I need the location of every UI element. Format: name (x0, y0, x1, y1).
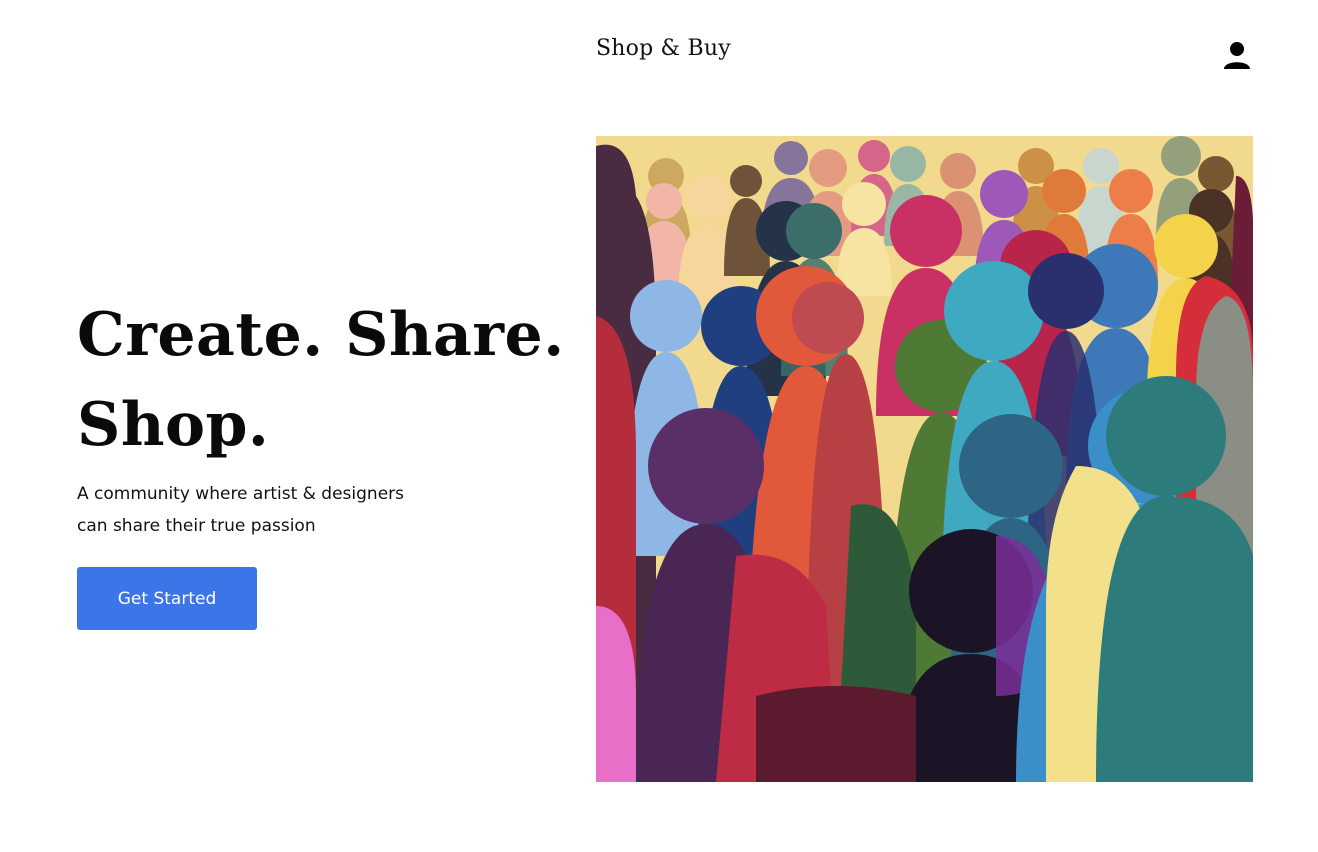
hero-subtitle: A community where artist & designers can… (77, 478, 437, 542)
hero-artwork (596, 136, 1253, 782)
get-started-button[interactable]: Get Started (77, 567, 257, 630)
hero-title: Create. Share. Shop. (77, 290, 577, 470)
user-account-button[interactable] (1222, 40, 1252, 72)
user-icon (1224, 42, 1250, 69)
brand-logo[interactable]: Shop & Buy (596, 36, 731, 61)
hero-subtitle-line-2: can share their true passion (77, 516, 316, 536)
hero-subtitle-line-1: A community where artist & designers (77, 484, 405, 504)
hero-title-line-2: Shop. (77, 390, 270, 460)
crowd-painting-image (596, 136, 1253, 782)
hero-title-line-1: Create. Share. (77, 300, 565, 370)
